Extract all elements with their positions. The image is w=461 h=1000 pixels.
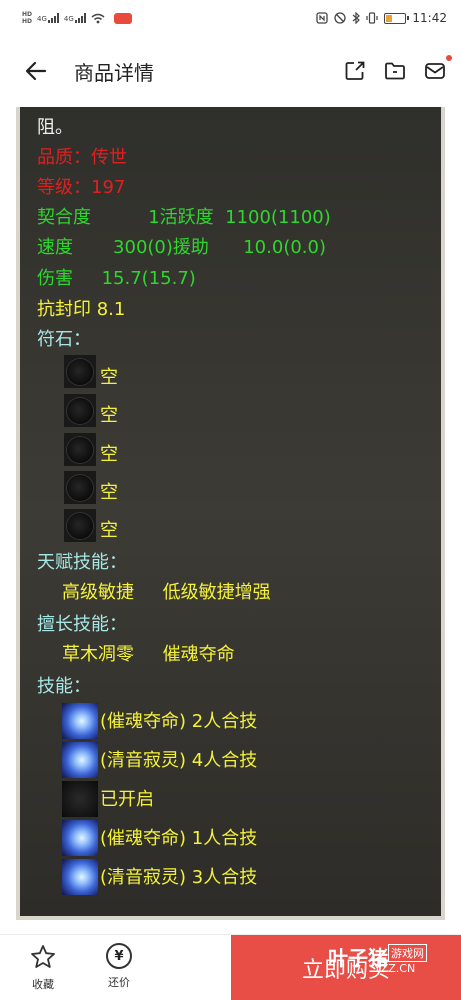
yuan-icon: ¥ [106, 943, 132, 969]
vibrate-icon [366, 12, 379, 24]
header-actions [343, 55, 452, 83]
rune-slot-5: 空 [100, 520, 118, 541]
share-icon [345, 61, 365, 80]
seal-resist-line: 抗封印 8.1 [37, 299, 126, 320]
folder-icon [385, 62, 405, 80]
status-right: 11:42 [316, 11, 447, 25]
skill-3: 已开启 [100, 789, 154, 810]
skill-5: (清音寂灵) 3人合技 [100, 867, 258, 888]
watermark-tag: 游戏网 [388, 944, 427, 962]
quality-line: 品质：传世 [37, 147, 127, 168]
back-button[interactable] [20, 55, 52, 87]
message-button[interactable] [423, 55, 452, 83]
rune-slot-icon [64, 394, 96, 427]
rune-slot-3: 空 [100, 444, 118, 465]
signal-1-icon [47, 13, 59, 23]
screen: HD HD 4G 4G 11:42 商品详情 阻。 品质：传世 等级：197 契… [0, 0, 461, 1000]
rune-slot-icon [64, 509, 96, 542]
damage-line: 伤害 15.7(15.7) [37, 268, 196, 289]
status-left: HD HD 4G 4G [22, 11, 132, 25]
app-header: 商品详情 [0, 36, 461, 106]
rune-slot-icon [64, 433, 96, 466]
runes-header: 符石： [37, 329, 91, 350]
intro-text: 阻。 [37, 117, 73, 138]
folder-button[interactable] [383, 59, 407, 83]
page-title: 商品详情 [74, 60, 154, 85]
rune-slot-4: 空 [100, 482, 118, 503]
bond-activity-line: 契合度 1活跃度 1100(1100) [37, 207, 331, 228]
rune-slot-icon [64, 355, 96, 388]
specialty-skills: 草木凋零 催魂夺命 [62, 644, 235, 665]
signal-2-label: 4G [63, 15, 74, 23]
skill-4: (催魂夺命) 1人合技 [100, 828, 258, 849]
skill-icon [62, 742, 98, 778]
signal-1: 4G [37, 13, 59, 23]
skill-icon-locked [62, 781, 98, 817]
skill-icon [62, 859, 98, 895]
bargain-label: 还价 [108, 976, 130, 989]
favorite-label: 收藏 [32, 978, 54, 991]
wifi-icon [91, 13, 105, 23]
skills-header: 技能： [37, 676, 91, 697]
talent-skills: 高级敏捷 低级敏捷增强 [62, 582, 271, 603]
rune-slot-1: 空 [100, 367, 118, 388]
signal-1-label: 4G [37, 15, 47, 23]
battery-icon [384, 12, 410, 24]
rune-slot-icon [64, 471, 96, 504]
unread-dot [446, 55, 452, 61]
signal-2: 4G [64, 13, 86, 23]
favorite-button[interactable]: 收藏 [18, 943, 68, 992]
skill-icon [62, 820, 98, 856]
bargain-button[interactable]: ¥ 还价 [94, 943, 144, 990]
hd-bottom: HD [22, 18, 33, 25]
watermark-url: YZZ.CN [374, 962, 416, 975]
rune-slot-2: 空 [100, 405, 118, 426]
hd-top: HD [22, 11, 33, 18]
app-notification-icon [113, 12, 132, 24]
star-icon [31, 945, 55, 968]
specialty-header: 擅长技能： [37, 614, 127, 635]
status-bar: HD HD 4G 4G 11:42 [0, 0, 461, 36]
bluetooth-icon [353, 12, 361, 24]
back-arrow-icon [25, 61, 47, 81]
talent-header: 天赋技能： [37, 552, 127, 573]
level-line: 等级：197 [37, 177, 126, 198]
skill-1: (催魂夺命) 2人合技 [100, 711, 258, 732]
silent-icon [334, 12, 347, 24]
speed-assist-line: 速度 300(0)援助 10.0(0.0) [37, 237, 326, 258]
skill-2: (清音寂灵) 4人合技 [100, 750, 258, 771]
hd-indicator: HD HD [22, 11, 32, 25]
status-time: 11:42 [412, 11, 447, 25]
signal-2-icon [74, 13, 86, 23]
item-detail-panel: 阻。 品质：传世 等级：197 契合度 1活跃度 1100(1100) 速度 3… [16, 107, 445, 920]
share-button[interactable] [343, 59, 367, 83]
mail-icon [425, 63, 445, 79]
skill-icon [62, 703, 98, 739]
nfc-icon [316, 12, 329, 24]
